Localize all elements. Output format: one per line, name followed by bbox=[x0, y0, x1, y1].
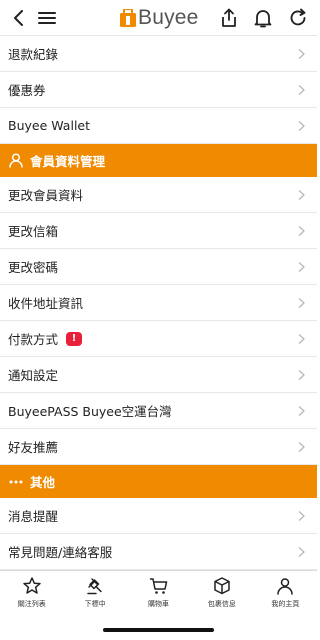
top-navigation-bar: Buyee bbox=[0, 0, 317, 36]
menu-item-refund-history[interactable]: 退款紀錄 bbox=[0, 36, 317, 72]
tab-label: 包裹信息 bbox=[207, 600, 236, 608]
menu-item-label: 收件地址資訊 bbox=[8, 296, 84, 311]
account-menu-list: 退款紀錄 優惠券 Buyee Wallet 會員資料管理 更改會員資料 更改信箱… bbox=[0, 36, 317, 570]
section-title: 其他 bbox=[30, 475, 56, 490]
chevron-right-icon bbox=[298, 261, 305, 272]
menu-item-payment-method[interactable]: 付款方式 ! bbox=[0, 321, 317, 357]
menu-item-notification-settings[interactable]: 通知設定 bbox=[0, 357, 317, 393]
tab-label: 關注列表 bbox=[17, 600, 46, 608]
chevron-right-icon bbox=[298, 225, 305, 236]
menu-item-label: 消息提醒 bbox=[8, 509, 59, 524]
chevron-right-icon bbox=[298, 120, 305, 131]
menu-item-label: 退款紀錄 bbox=[8, 47, 59, 62]
menu-item-change-email[interactable]: 更改信箱 bbox=[0, 213, 317, 249]
chevron-right-icon bbox=[298, 84, 305, 95]
menu-item-faq-contact[interactable]: 常見問題/連絡客服 bbox=[0, 534, 317, 570]
tab-label: 購物車 bbox=[148, 600, 170, 608]
tab-watchlist[interactable]: 關注列表 bbox=[0, 571, 63, 612]
more-dots-icon bbox=[8, 474, 24, 490]
menu-item-buyeepass[interactable]: BuyeePASS Buyee空運台灣 bbox=[0, 393, 317, 429]
gavel-icon bbox=[87, 578, 102, 595]
chevron-right-icon bbox=[298, 369, 305, 380]
star-icon bbox=[22, 577, 41, 594]
buyee-logo[interactable]: Buyee bbox=[120, 6, 199, 30]
menu-item-coupons[interactable]: 優惠券 bbox=[0, 72, 317, 108]
user-icon bbox=[8, 153, 24, 169]
menu-item-label: 更改密碼 bbox=[8, 260, 59, 275]
chevron-right-icon bbox=[298, 297, 305, 308]
tab-bidding[interactable]: 下標中 bbox=[63, 571, 126, 612]
menu-item-label: 通知設定 bbox=[8, 368, 59, 383]
section-header-member-management: 會員資料管理 bbox=[0, 144, 317, 177]
chevron-right-icon bbox=[298, 405, 305, 416]
section-title: 會員資料管理 bbox=[30, 154, 106, 169]
refresh-icon[interactable] bbox=[287, 7, 309, 29]
chevron-right-icon bbox=[298, 48, 305, 59]
logo-text: Buyee bbox=[138, 6, 199, 29]
menu-item-edit-profile[interactable]: 更改會員資料 bbox=[0, 177, 317, 213]
cart-icon bbox=[149, 578, 167, 594]
chevron-right-icon bbox=[298, 441, 305, 452]
menu-item-label: 優惠券 bbox=[8, 83, 46, 98]
alert-badge: ! bbox=[66, 331, 83, 346]
menu-item-label: 更改信箱 bbox=[8, 224, 59, 239]
profile-icon bbox=[277, 578, 294, 595]
bell-icon[interactable] bbox=[252, 7, 274, 29]
menu-item-label: 常見問題/連絡客服 bbox=[8, 545, 113, 560]
tab-cart[interactable]: 購物車 bbox=[127, 571, 190, 612]
chevron-left-icon[interactable] bbox=[8, 7, 30, 29]
menu-item-label: 更改會員資料 bbox=[8, 188, 84, 203]
chevron-right-icon bbox=[298, 333, 305, 344]
menu-item-referral[interactable]: 好友推薦 bbox=[0, 429, 317, 465]
menu-item-label: 付款方式 bbox=[8, 332, 59, 347]
menu-item-change-password[interactable]: 更改密碼 bbox=[0, 249, 317, 285]
tab-my-page[interactable]: 我的主頁 bbox=[254, 571, 317, 612]
chevron-right-icon bbox=[298, 189, 305, 200]
menu-item-messages[interactable]: 消息提醒 bbox=[0, 498, 317, 534]
tab-packages[interactable]: 包裹信息 bbox=[190, 571, 253, 612]
package-icon bbox=[214, 577, 230, 595]
share-icon[interactable] bbox=[218, 7, 240, 29]
menu-item-label: Buyee Wallet bbox=[8, 118, 91, 133]
menu-item-label: 好友推薦 bbox=[8, 440, 59, 455]
hamburger-icon[interactable] bbox=[36, 7, 58, 29]
bottom-tab-bar: 關注列表 下標中 購物車 包裹信息 我的主頁 bbox=[0, 570, 317, 612]
menu-item-buyee-wallet[interactable]: Buyee Wallet bbox=[0, 108, 317, 144]
home-indicator bbox=[103, 628, 214, 632]
chevron-right-icon bbox=[298, 510, 305, 521]
menu-item-shipping-address[interactable]: 收件地址資訊 bbox=[0, 285, 317, 321]
logo-mark-icon bbox=[120, 9, 136, 27]
chevron-right-icon bbox=[298, 546, 305, 557]
tab-label: 我的主頁 bbox=[271, 600, 300, 608]
menu-item-label: BuyeePASS Buyee空運台灣 bbox=[8, 404, 172, 419]
section-header-other: 其他 bbox=[0, 465, 317, 498]
tab-label: 下標中 bbox=[84, 600, 106, 608]
